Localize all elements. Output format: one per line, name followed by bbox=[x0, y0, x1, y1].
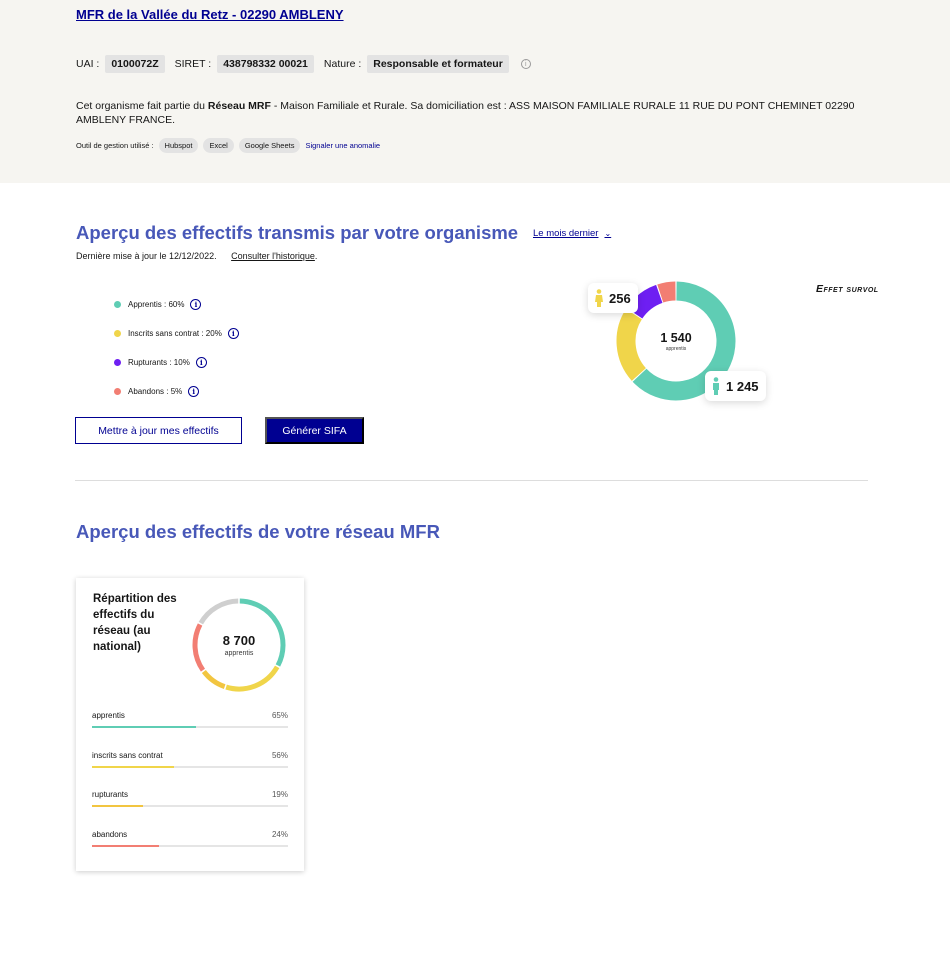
legend-item-apprentis: Apprentis : 60% i bbox=[114, 290, 239, 319]
network-row-abandons: abandons 24% bbox=[92, 830, 288, 847]
organisation-title-link[interactable]: MFR de la Vallée du Retz - 02290 AMBLENY bbox=[76, 7, 344, 22]
row-percent: 19% bbox=[271, 790, 288, 799]
card-title: Répartition des effectifs du réseau (au … bbox=[93, 593, 177, 653]
progress-fill bbox=[92, 805, 143, 807]
progress-fill bbox=[92, 845, 159, 847]
org-donut-total: 1 540 bbox=[660, 330, 692, 345]
network-row-apprentis: apprentis 65% bbox=[92, 711, 288, 728]
legend-item-inscrits: Inscrits sans contrat : 20% i bbox=[114, 319, 239, 348]
progress-track bbox=[92, 805, 288, 807]
uai-label: UAI : bbox=[76, 58, 100, 70]
network-unit: apprentis bbox=[224, 650, 254, 657]
last-update-text: Dernière mise à jour le 12/12/2022. bbox=[76, 251, 217, 261]
legend-label: Abandons : 5% bbox=[128, 387, 183, 396]
tool-tag-google-sheets: Google Sheets bbox=[238, 138, 301, 153]
legend-dot bbox=[114, 330, 121, 337]
org-effectifs-title: Aperçu des effectifs transmis par votre … bbox=[76, 222, 519, 243]
progress-track bbox=[92, 766, 288, 768]
network-donut-center: 8 700 apprentis bbox=[189, 595, 289, 695]
legend-label: Apprentis : 60% bbox=[128, 300, 185, 309]
chevron-down-icon: ⌄ bbox=[604, 229, 612, 238]
legend-item-rupturants: Rupturants : 10% i bbox=[114, 348, 239, 377]
organisation-description: Cet organisme fait partie du Réseau MRF … bbox=[76, 99, 876, 127]
update-effectifs-button[interactable]: Mettre à jour mes effectifs bbox=[75, 417, 242, 444]
legend-dot bbox=[114, 301, 121, 308]
network-total: 8 700 bbox=[222, 633, 256, 648]
legend-dot bbox=[114, 388, 121, 395]
tool-tag-excel: Excel bbox=[203, 138, 234, 153]
tooltip-value: 1 245 bbox=[726, 378, 759, 394]
period-select[interactable]: Le mois dernier ⌄ bbox=[533, 228, 611, 239]
tooltip-apprentis: 1 245 bbox=[705, 371, 766, 401]
network-effectifs-title: Aperçu des effectifs de votre réseau MFR bbox=[76, 521, 440, 542]
legend-dot bbox=[114, 359, 121, 366]
info-icon[interactable]: i bbox=[195, 357, 207, 368]
nature-value: Responsable et formateur bbox=[367, 55, 509, 73]
last-update: Dernière mise à jour le 12/12/2022. Cons… bbox=[76, 251, 317, 261]
person-icon bbox=[713, 377, 719, 395]
row-percent: 65% bbox=[271, 711, 288, 720]
section-divider bbox=[75, 480, 868, 481]
progress-fill bbox=[92, 726, 196, 728]
row-percent: 24% bbox=[271, 830, 288, 839]
period-value: Le mois dernier bbox=[533, 228, 599, 239]
person-icon bbox=[595, 289, 603, 307]
row-label: inscrits sans contrat bbox=[92, 751, 163, 760]
legend-label: Rupturants : 10% bbox=[128, 358, 190, 367]
organisation-header: MFR de la Vallée du Retz - 02290 AMBLENY… bbox=[0, 0, 950, 183]
legend-label: Inscrits sans contrat : 20% bbox=[128, 329, 222, 338]
info-icon[interactable]: i bbox=[190, 299, 202, 310]
org-donut-unit: apprentis bbox=[665, 345, 687, 352]
network-row-rupturants: rupturants 19% bbox=[92, 790, 288, 807]
tooltip-value: 256 bbox=[609, 290, 631, 306]
network-row-inscrits: inscrits sans contrat 56% bbox=[92, 751, 288, 768]
row-label: abandons bbox=[92, 830, 128, 839]
info-icon[interactable]: i bbox=[227, 328, 239, 339]
legend-item-abandons: Abandons : 5% i bbox=[114, 377, 239, 406]
progress-track bbox=[92, 845, 288, 847]
info-icon[interactable]: i bbox=[188, 386, 200, 397]
nature-label: Nature : bbox=[323, 58, 362, 70]
info-icon[interactable]: i bbox=[520, 59, 531, 69]
management-tools: Outil de gestion utilisé : Hubspot Excel… bbox=[76, 138, 380, 153]
tool-tag-hubspot: Hubspot bbox=[158, 138, 199, 153]
row-label: rupturants bbox=[92, 790, 129, 799]
hover-effect-note: Effet survol bbox=[816, 283, 879, 295]
siret-label: SIRET : bbox=[174, 58, 212, 70]
generate-sifa-button[interactable]: Générer SIFA bbox=[265, 417, 364, 444]
row-label: apprentis bbox=[92, 711, 125, 720]
progress-track bbox=[92, 726, 288, 728]
history-link[interactable]: Consulter l'historique bbox=[231, 251, 315, 261]
description-text: Cet organisme fait partie du bbox=[76, 100, 208, 112]
tooltip-inscrits: 256 bbox=[588, 283, 638, 313]
tools-label: Outil de gestion utilisé : bbox=[76, 141, 154, 150]
network-distribution-card: Répartition des effectifs du réseau (au … bbox=[76, 578, 304, 871]
uai-value: 0100072Z bbox=[105, 55, 165, 73]
siret-value: 438798332 00021 bbox=[217, 55, 314, 73]
history-period: . bbox=[314, 251, 318, 261]
progress-fill bbox=[92, 766, 175, 768]
row-percent: 56% bbox=[271, 751, 288, 760]
network-name: Réseau MRF bbox=[207, 100, 271, 112]
report-anomaly-link[interactable]: Signaler une anomalie bbox=[305, 141, 380, 150]
effectifs-legend: Apprentis : 60% i Inscrits sans contrat … bbox=[114, 290, 239, 406]
organisation-identifiers: UAI : 0100072Z SIRET : 438798332 00021 N… bbox=[76, 55, 531, 73]
